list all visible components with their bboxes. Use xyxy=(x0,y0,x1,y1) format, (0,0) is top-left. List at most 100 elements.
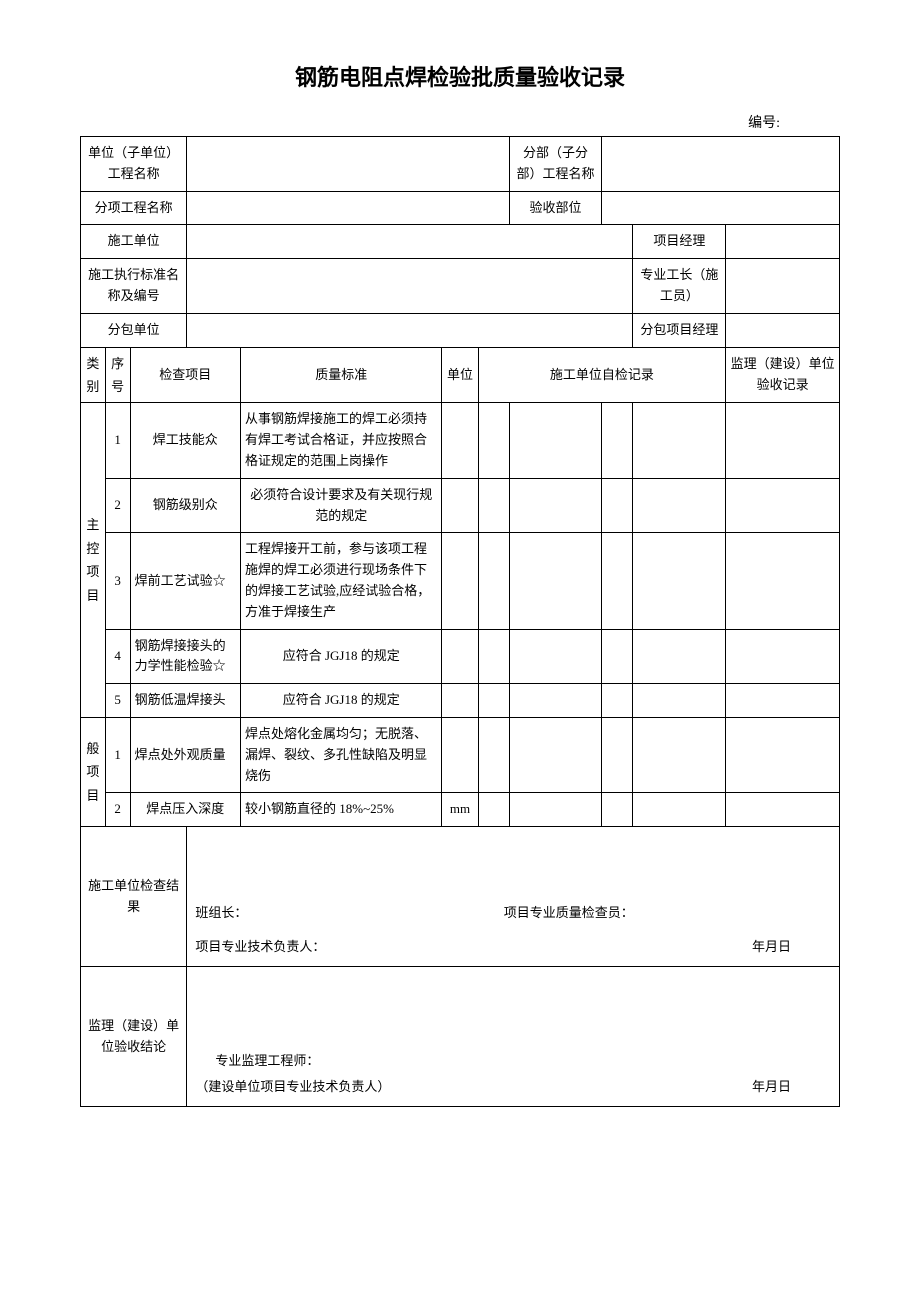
gen-check-1c[interactable] xyxy=(602,717,633,792)
main-seq-4: 4 xyxy=(105,629,130,684)
main-check-1a[interactable] xyxy=(478,403,509,478)
label-item-project: 分项工程名称 xyxy=(81,191,187,225)
label-subcontract-manager: 分包项目经理 xyxy=(633,313,726,347)
gen-name-2: 焊点压入深度 xyxy=(130,793,240,827)
main-check-2c[interactable] xyxy=(602,478,633,533)
label-subcontract-unit: 分包单位 xyxy=(81,313,187,347)
main-check-2a[interactable] xyxy=(478,478,509,533)
gen-check-1d[interactable] xyxy=(633,717,726,792)
main-check-1b[interactable] xyxy=(509,403,602,478)
header-check-item: 检查项目 xyxy=(130,347,240,403)
label-pro-foreman: 专业工长（施工员） xyxy=(633,259,726,314)
main-super-3[interactable] xyxy=(726,533,840,629)
gen-unit-2: mm xyxy=(442,793,478,827)
label-project-manager: 项目经理 xyxy=(633,225,726,259)
gen-unit-1 xyxy=(442,717,478,792)
main-unit-2 xyxy=(442,478,478,533)
input-subcontract-unit[interactable] xyxy=(187,313,633,347)
input-accept-part[interactable] xyxy=(602,191,840,225)
main-unit-3 xyxy=(442,533,478,629)
label-quality-inspector: 项目专业质量检查员： xyxy=(504,903,634,924)
label-construct-result: 施工单位检查结果 xyxy=(81,827,187,967)
label-standard-name: 施工执行标准名称及编号 xyxy=(81,259,187,314)
main-check-3b[interactable] xyxy=(509,533,602,629)
gen-super-2[interactable] xyxy=(726,793,840,827)
gen-check-2c[interactable] xyxy=(602,793,633,827)
main-unit-1 xyxy=(442,403,478,478)
main-check-1c[interactable] xyxy=(602,403,633,478)
header-seq: 序号 xyxy=(105,347,130,403)
main-std-5: 应符合 JGJ18 的规定 xyxy=(241,684,442,718)
input-standard-name[interactable] xyxy=(187,259,633,314)
gen-super-1[interactable] xyxy=(726,717,840,792)
main-check-2b[interactable] xyxy=(509,478,602,533)
serial-label: 编号: xyxy=(80,112,840,132)
header-unit: 单位 xyxy=(442,347,478,403)
gen-name-1: 焊点处外观质量 xyxy=(130,717,240,792)
input-pro-foreman[interactable] xyxy=(726,259,840,314)
header-category: 类别 xyxy=(81,347,106,403)
gen-check-1a[interactable] xyxy=(478,717,509,792)
main-seq-1: 1 xyxy=(105,403,130,478)
page-title: 钢筋电阻点焊检验批质量验收记录 xyxy=(80,60,840,92)
main-check-4a[interactable] xyxy=(478,629,509,684)
supervisor-conclusion-block[interactable]: 专业监理工程师： （建设单位项目专业技术负责人） 年月日 xyxy=(187,967,840,1107)
main-check-3a[interactable] xyxy=(478,533,509,629)
label-unit-project: 单位（子单位）工程名称 xyxy=(81,137,187,192)
main-name-4: 钢筋焊接接头的力学性能检验☆ xyxy=(130,629,240,684)
main-super-1[interactable] xyxy=(726,403,840,478)
label-construct-unit: 施工单位 xyxy=(81,225,187,259)
date-1: 年月日 xyxy=(752,937,791,958)
main-name-5: 钢筋低温焊接头 xyxy=(130,684,240,718)
label-team-leader: 班组长： xyxy=(195,903,500,924)
gen-check-2a[interactable] xyxy=(478,793,509,827)
main-seq-2: 2 xyxy=(105,478,130,533)
header-quality-std: 质量标准 xyxy=(241,347,442,403)
input-unit-project[interactable] xyxy=(187,137,509,192)
label-owner-tech-leader: （建设单位项目专业技术负责人） xyxy=(195,1079,390,1094)
main-check-5a[interactable] xyxy=(478,684,509,718)
main-name-3: 焊前工艺试验☆ xyxy=(130,533,240,629)
main-check-2d[interactable] xyxy=(633,478,726,533)
main-std-2: 必须符合设计要求及有关现行规范的规定 xyxy=(241,478,442,533)
main-name-1: 焊工技能众 xyxy=(130,403,240,478)
main-std-1: 从事钢筋焊接施工的焊工必须持有焊工考试合格证，并应按照合格证规定的范围上岗操作 xyxy=(241,403,442,478)
label-supervisor-conclusion: 监理（建设）单位验收结论 xyxy=(81,967,187,1107)
main-check-4b[interactable] xyxy=(509,629,602,684)
main-unit-5 xyxy=(442,684,478,718)
main-std-3: 工程焊接开工前，参与该项工程施焊的焊工必须进行现场条件下的焊接工艺试验,应经试验… xyxy=(241,533,442,629)
gen-check-2b[interactable] xyxy=(509,793,602,827)
construct-result-block[interactable]: 班组长： 项目专业质量检查员： 项目专业技术负责人： 年月日 xyxy=(187,827,840,967)
gen-std-2: 较小钢筋直径的 18%~25% xyxy=(241,793,442,827)
main-super-4[interactable] xyxy=(726,629,840,684)
main-check-3c[interactable] xyxy=(602,533,633,629)
main-check-5b[interactable] xyxy=(509,684,602,718)
gen-check-1b[interactable] xyxy=(509,717,602,792)
input-sub-project[interactable] xyxy=(602,137,840,192)
header-supervisor-record: 监理（建设）单位验收记录 xyxy=(726,347,840,403)
main-std-4: 应符合 JGJ18 的规定 xyxy=(241,629,442,684)
label-supervisor-engineer: 专业监理工程师： xyxy=(195,1051,831,1072)
gen-std-1: 焊点处熔化金属均匀；无脱落、漏焊、裂纹、多孔性缺陷及明显烧伤 xyxy=(241,717,442,792)
main-check-5d[interactable] xyxy=(633,684,726,718)
main-check-3d[interactable] xyxy=(633,533,726,629)
main-check-4d[interactable] xyxy=(633,629,726,684)
main-seq-3: 3 xyxy=(105,533,130,629)
label-sub-project: 分部（子分部）工程名称 xyxy=(509,137,602,192)
header-self-check: 施工单位自检记录 xyxy=(478,347,726,403)
gen-seq-2: 2 xyxy=(105,793,130,827)
input-project-manager[interactable] xyxy=(726,225,840,259)
main-check-1d[interactable] xyxy=(633,403,726,478)
gen-check-2d[interactable] xyxy=(633,793,726,827)
main-check-5c[interactable] xyxy=(602,684,633,718)
input-construct-unit[interactable] xyxy=(187,225,633,259)
inspection-form-table: 单位（子单位）工程名称 分部（子分部）工程名称 分项工程名称 验收部位 施工单位… xyxy=(80,136,840,1107)
main-super-5[interactable] xyxy=(726,684,840,718)
category-main: 主控项目 xyxy=(81,403,106,718)
input-subcontract-manager[interactable] xyxy=(726,313,840,347)
input-item-project[interactable] xyxy=(187,191,509,225)
main-unit-4 xyxy=(442,629,478,684)
main-check-4c[interactable] xyxy=(602,629,633,684)
label-accept-part: 验收部位 xyxy=(509,191,602,225)
main-super-2[interactable] xyxy=(726,478,840,533)
